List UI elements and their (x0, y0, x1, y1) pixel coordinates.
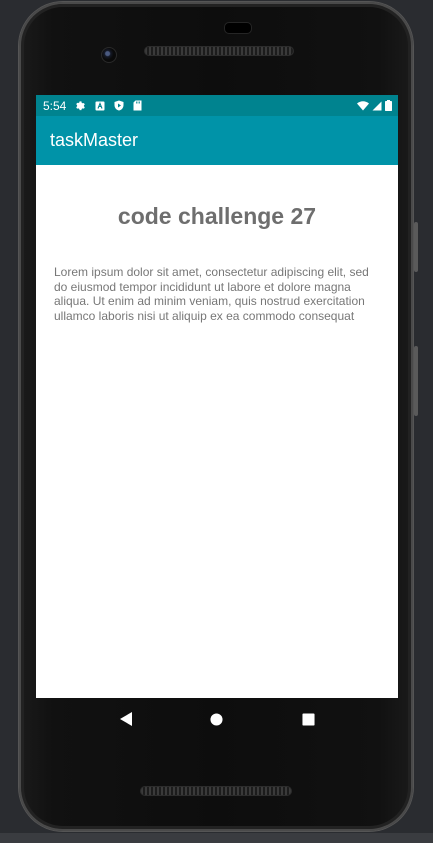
emulator-stage: 5:54 taskMaster code challenge 27 Lorem … (0, 0, 433, 843)
home-button[interactable] (205, 707, 229, 731)
app-toolbar: taskMaster (36, 116, 398, 165)
bottom-speaker-grille (140, 786, 292, 796)
back-button[interactable] (114, 707, 138, 731)
cell-signal-icon (372, 101, 382, 111)
earpiece-slot (224, 22, 252, 34)
back-icon (119, 712, 132, 726)
volume-button[interactable] (414, 222, 418, 272)
main-content: code challenge 27 Lorem ipsum dolor sit … (36, 203, 398, 323)
status-bar: 5:54 (36, 95, 398, 116)
settings-icon (75, 100, 86, 111)
wifi-icon (357, 100, 369, 111)
battery-icon (385, 100, 392, 111)
recents-icon (302, 712, 315, 726)
top-speaker-grille (144, 46, 294, 56)
shield-play-icon (114, 100, 124, 111)
recents-button[interactable] (296, 707, 320, 731)
font-a-icon (95, 101, 105, 111)
page-title: code challenge 27 (117, 203, 317, 229)
app-title: taskMaster (50, 130, 139, 150)
front-camera (101, 47, 117, 63)
device-screen: 5:54 taskMaster code challenge 27 Lorem … (36, 95, 398, 698)
status-time: 5:54 (43, 98, 67, 113)
system-nav-bar (36, 698, 398, 740)
home-icon (210, 712, 224, 726)
power-button[interactable] (414, 346, 418, 416)
body-text: Lorem ipsum dolor sit amet, consectetur … (54, 265, 369, 323)
sd-card-icon (133, 100, 142, 111)
emulator-bottom-strip (0, 833, 433, 843)
